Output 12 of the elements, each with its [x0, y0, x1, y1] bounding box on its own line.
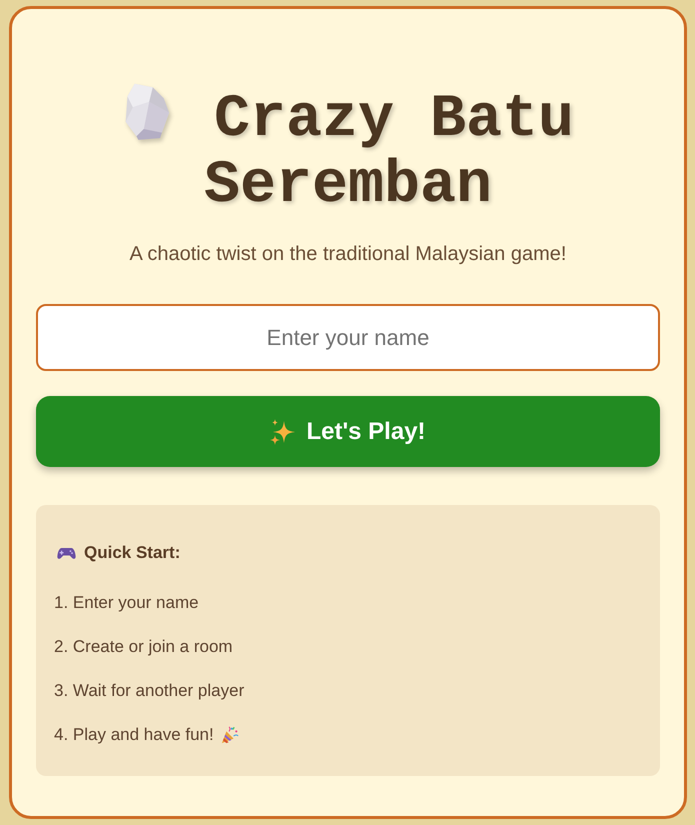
quick-start-heading: Quick Start: [84, 543, 180, 563]
step-text: 4. Play and have fun! [54, 724, 214, 746]
sparkles-icon [270, 418, 296, 444]
step-text: 2. Create or join a room [54, 636, 233, 658]
gamepad-icon [57, 546, 76, 560]
play-button[interactable]: Let's Play! [36, 396, 660, 467]
step-text: 1. Enter your name [54, 592, 199, 614]
tagline: A chaotic twist on the traditional Malaysian game! [128, 243, 568, 266]
step-text: 3. Wait for another player [54, 680, 244, 702]
party-popper-icon [220, 726, 239, 744]
name-input-field[interactable]: Enter your name [36, 304, 660, 371]
app-title: Crazy Batu Seremban [204, 86, 574, 220]
